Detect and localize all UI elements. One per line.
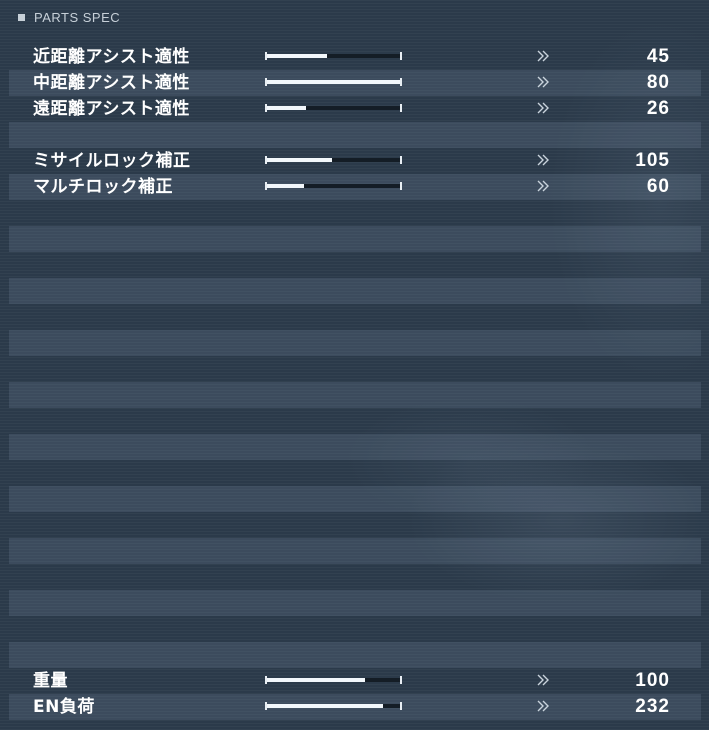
empty-spec-row — [9, 408, 701, 434]
empty-spec-row — [9, 356, 701, 382]
spec-value: 26 — [646, 98, 670, 119]
spec-bar-track — [267, 704, 400, 708]
empty-spec-row — [9, 122, 701, 148]
spec-row: マルチロック補正 60 — [9, 174, 701, 200]
spec-bar-fill — [267, 106, 306, 110]
empty-spec-row — [9, 512, 701, 538]
spec-bar-fill — [267, 704, 383, 708]
spec-bar-track — [267, 678, 400, 682]
empty-spec-row — [9, 486, 701, 512]
spec-row: 近距離アシスト適性 45 — [9, 44, 701, 70]
bar-right-cap — [400, 702, 402, 710]
bar-right-cap — [400, 52, 402, 60]
spec-value: 60 — [646, 176, 670, 197]
spec-bar-fill — [267, 184, 305, 188]
empty-spec-row — [9, 200, 701, 226]
empty-spec-row — [9, 642, 701, 668]
spec-bar — [265, 156, 402, 165]
spec-value: 100 — [635, 670, 670, 691]
spec-bar-track — [267, 158, 400, 162]
spec-label: ミサイルロック補正 — [33, 151, 191, 171]
spec-bar — [265, 182, 402, 191]
spec-bar-fill — [267, 80, 400, 84]
spec-row: 重量 100 — [9, 668, 701, 694]
spec-row: ミサイルロック補正 105 — [9, 148, 701, 174]
spec-bar-fill — [267, 54, 327, 58]
spec-bar-track — [267, 184, 400, 188]
spec-bar-track — [267, 54, 400, 58]
spec-bar — [265, 52, 402, 61]
spec-bar-track — [267, 106, 400, 110]
spec-row: 遠距離アシスト適性 26 — [9, 96, 701, 122]
spec-value: 105 — [635, 150, 670, 171]
parts-spec-panel: PARTS SPEC 近距離アシスト適性 45 中距離アシスト適性 80 遠距離アシスト… — [0, 0, 709, 730]
spec-value: 80 — [646, 72, 670, 93]
spec-bar-fill — [267, 158, 333, 162]
spec-bar — [265, 702, 402, 711]
spec-label: 遠距離アシスト適性 — [33, 99, 190, 119]
panel-title: PARTS SPEC — [34, 9, 121, 25]
empty-spec-row — [9, 538, 701, 564]
spec-row: 中距離アシスト適性 80 — [9, 70, 701, 96]
spec-rows: 近距離アシスト適性 45 中距離アシスト適性 80 遠距離アシスト適性 26 ミサイルロック… — [9, 44, 701, 720]
spec-bar — [265, 78, 402, 87]
empty-spec-row — [9, 278, 701, 304]
empty-spec-row — [9, 460, 701, 486]
spec-bar — [265, 676, 402, 685]
double-chevron-right-icon — [535, 698, 551, 714]
spec-value: 232 — [635, 696, 670, 717]
spec-bar-fill — [267, 678, 366, 682]
empty-spec-row — [9, 330, 701, 356]
spec-label: 中距離アシスト適性 — [33, 73, 190, 93]
spec-bar-track — [267, 80, 400, 84]
empty-spec-row — [9, 616, 701, 642]
bar-right-cap — [400, 182, 402, 190]
double-chevron-right-icon — [535, 152, 551, 168]
empty-spec-row — [9, 564, 701, 590]
spec-row: EN負荷 232 — [9, 694, 701, 720]
empty-spec-row — [9, 434, 701, 460]
bar-right-cap — [400, 78, 402, 86]
spec-bar — [265, 104, 402, 113]
empty-spec-row — [9, 226, 701, 252]
empty-spec-row — [9, 252, 701, 278]
bar-right-cap — [400, 104, 402, 112]
spec-label: 重量 — [33, 671, 68, 691]
panel-header: PARTS SPEC — [18, 8, 120, 26]
double-chevron-right-icon — [535, 74, 551, 90]
empty-spec-row — [9, 382, 701, 408]
spec-label: EN負荷 — [33, 697, 95, 717]
double-chevron-right-icon — [535, 100, 551, 116]
bar-right-cap — [400, 676, 402, 684]
double-chevron-right-icon — [535, 178, 551, 194]
spec-label: マルチロック補正 — [33, 177, 173, 197]
double-chevron-right-icon — [535, 48, 551, 64]
double-chevron-right-icon — [535, 672, 551, 688]
empty-spec-row — [9, 590, 701, 616]
empty-spec-row — [9, 304, 701, 330]
spec-value: 45 — [646, 46, 670, 67]
square-bullet-icon — [18, 13, 25, 21]
bar-right-cap — [400, 156, 402, 164]
spec-label: 近距離アシスト適性 — [33, 47, 190, 67]
